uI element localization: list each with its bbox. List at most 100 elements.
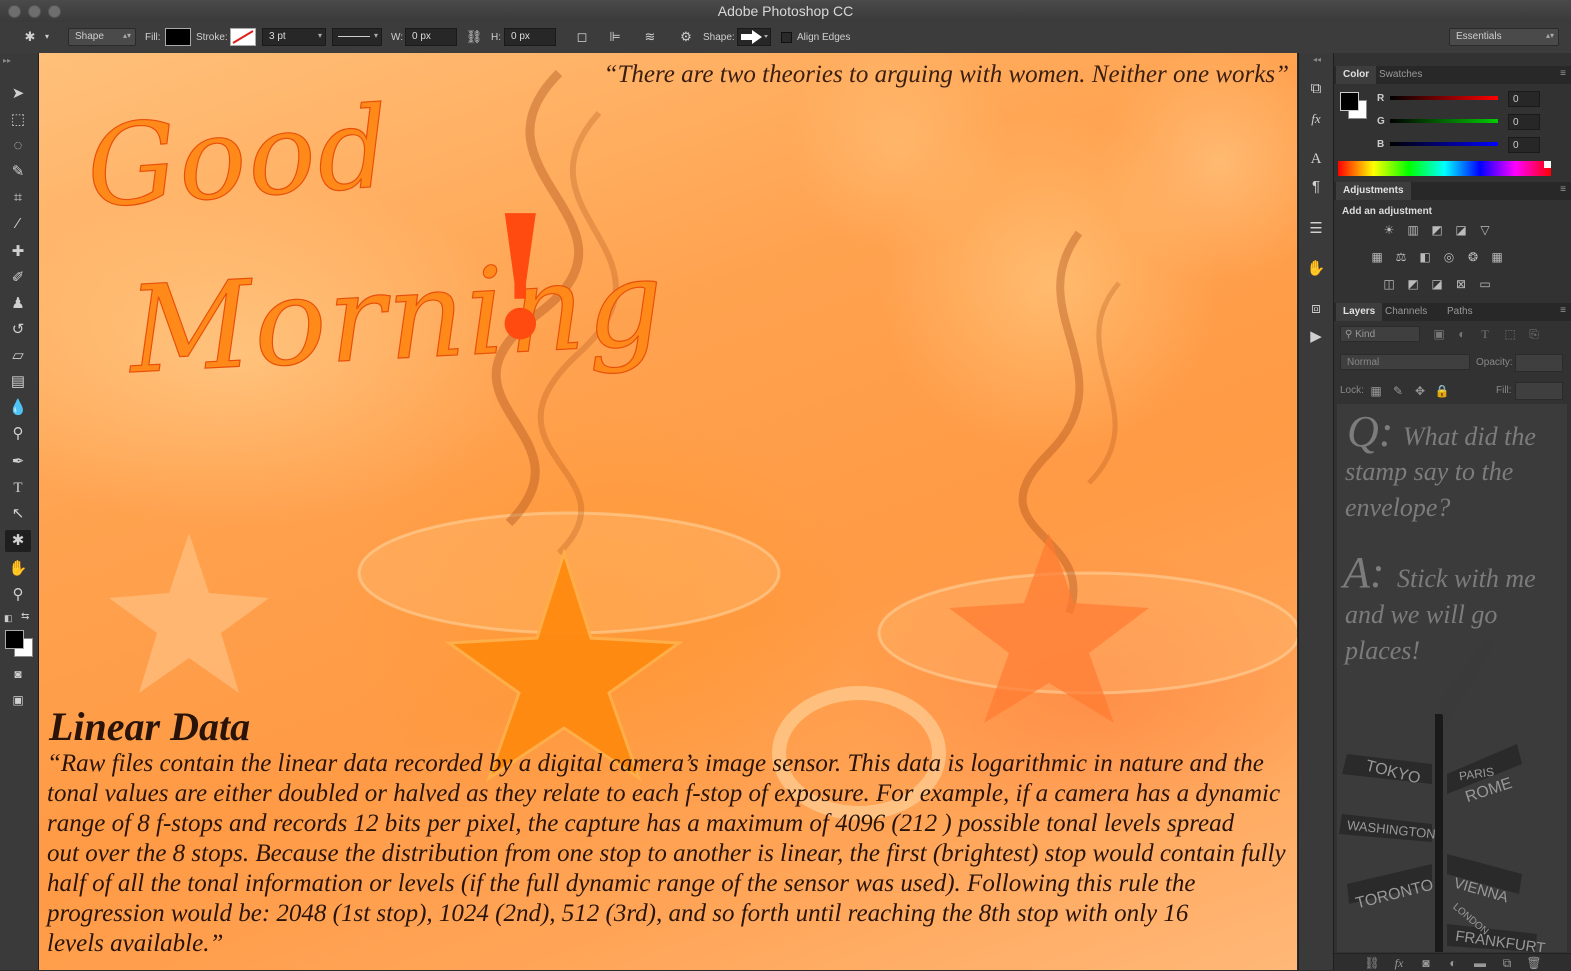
- lock-all-icon[interactable]: 🔒: [1434, 384, 1450, 398]
- tab-color[interactable]: Color: [1336, 66, 1377, 84]
- stroke-swatch[interactable]: [230, 28, 256, 46]
- new-group-icon[interactable]: ▬: [1472, 956, 1488, 970]
- type-tool-icon[interactable]: T: [5, 477, 31, 499]
- brightness-contrast-icon[interactable]: ☀: [1381, 223, 1397, 237]
- lasso-tool-icon[interactable]: ◌: [5, 135, 31, 157]
- vibrance-icon[interactable]: ▽: [1477, 223, 1493, 237]
- swap-colors-icon[interactable]: ⇆: [21, 611, 29, 622]
- quick-mask-icon[interactable]: ◙: [5, 663, 31, 685]
- tab-paths[interactable]: Paths: [1440, 303, 1480, 321]
- red-value-field[interactable]: 0: [1508, 91, 1540, 107]
- levels-icon[interactable]: ▥: [1405, 223, 1421, 237]
- healing-brush-tool-icon[interactable]: ✚: [5, 241, 31, 263]
- path-selection-tool-icon[interactable]: ↖: [5, 503, 31, 525]
- clone-source-icon[interactable]: ⧈: [1305, 299, 1327, 319]
- stroke-type-select[interactable]: ▾: [332, 28, 382, 46]
- width-field[interactable]: 0 px: [405, 28, 457, 46]
- panel-menu-icon[interactable]: ≡: [1560, 68, 1566, 79]
- history-panel-icon[interactable]: ⧉: [1305, 79, 1327, 99]
- paragraph-panel-icon[interactable]: ¶: [1305, 177, 1327, 197]
- align-edges-checkbox[interactable]: [781, 32, 792, 43]
- height-field[interactable]: 0 px: [504, 28, 556, 46]
- tab-channels[interactable]: Channels: [1378, 303, 1434, 321]
- marquee-tool-icon[interactable]: ⬚: [5, 109, 31, 131]
- blue-track[interactable]: [1390, 142, 1498, 146]
- lock-position-icon[interactable]: ✥: [1412, 384, 1428, 398]
- path-arrangement-icon[interactable]: ≋: [640, 28, 660, 46]
- posterize-icon[interactable]: ◩: [1405, 277, 1421, 291]
- eyedropper-tool-icon[interactable]: ⁄: [5, 213, 31, 235]
- styles-panel-icon[interactable]: fx: [1305, 109, 1327, 129]
- red-track[interactable]: [1390, 96, 1498, 100]
- black-white-icon[interactable]: ◧: [1417, 250, 1433, 264]
- lock-transparency-icon[interactable]: ▦: [1368, 384, 1384, 398]
- collapse-panels-icon[interactable]: ◂◂: [1313, 55, 1321, 64]
- color-balance-icon[interactable]: ⚖: [1393, 250, 1409, 264]
- eraser-tool-icon[interactable]: ▱: [5, 345, 31, 367]
- shape-filter-icon[interactable]: ⬚: [1502, 327, 1518, 341]
- channel-mixer-icon[interactable]: ❂: [1465, 250, 1481, 264]
- blue-value-field[interactable]: 0: [1508, 137, 1540, 153]
- foreground-color-swatch[interactable]: [5, 630, 24, 649]
- gradient-tool-icon[interactable]: ▤: [5, 371, 31, 393]
- smart-object-filter-icon[interactable]: ⎘: [1526, 327, 1542, 341]
- tool-preset-chevron-icon[interactable]: ▾: [42, 28, 52, 46]
- tab-layers[interactable]: Layers: [1336, 303, 1383, 321]
- selective-color-icon[interactable]: ⊠: [1453, 277, 1469, 291]
- photo-filter-icon[interactable]: ◎: [1441, 250, 1457, 264]
- brush-tool-icon[interactable]: ✐: [5, 267, 31, 289]
- zoom-tool-icon[interactable]: ⚲: [5, 584, 31, 606]
- custom-shape-tool-icon[interactable]: ✱: [5, 530, 31, 552]
- new-layer-icon[interactable]: ⧉: [1499, 956, 1515, 970]
- tool-mode-select[interactable]: Shape ▴▾: [68, 28, 136, 46]
- color-lookup-icon[interactable]: ▦: [1489, 250, 1505, 264]
- move-tool-icon[interactable]: ➤: [5, 83, 31, 105]
- threshold-icon[interactable]: ◪: [1429, 277, 1445, 291]
- green-slider[interactable]: G 0: [1334, 114, 1571, 134]
- adjustment-filter-icon[interactable]: ◐: [1454, 327, 1470, 341]
- properties-panel-icon[interactable]: ☰: [1305, 219, 1327, 239]
- screen-mode-icon[interactable]: ▣: [5, 689, 31, 711]
- image-filter-icon[interactable]: ▣: [1431, 327, 1447, 341]
- curves-icon[interactable]: ◩: [1429, 223, 1445, 237]
- collapse-panel-icon[interactable]: ▸▸: [3, 56, 11, 65]
- stroke-width-field[interactable]: 3 pt ▾: [262, 28, 326, 46]
- type-filter-icon[interactable]: T: [1477, 327, 1493, 341]
- lock-pixels-icon[interactable]: ✎: [1390, 384, 1406, 398]
- blur-tool-icon[interactable]: 💧: [5, 397, 31, 419]
- opacity-field[interactable]: [1515, 354, 1563, 372]
- blend-mode-select[interactable]: Normal: [1340, 354, 1470, 370]
- actions-play-icon[interactable]: ▶: [1305, 327, 1327, 347]
- panel-menu-icon[interactable]: ≡: [1560, 305, 1566, 316]
- dodge-tool-icon[interactable]: ⚲: [5, 423, 31, 445]
- document-canvas[interactable]: “There are two theories to arguing with …: [39, 53, 1297, 970]
- hue-saturation-icon[interactable]: ▦: [1369, 250, 1385, 264]
- shape-picker[interactable]: [737, 28, 771, 46]
- link-layers-icon[interactable]: ⛓: [1364, 956, 1380, 970]
- fill-field[interactable]: [1515, 382, 1563, 400]
- layer-filter-select[interactable]: ⚲ Kind: [1340, 326, 1420, 342]
- crop-tool-icon[interactable]: ⌗: [5, 187, 31, 209]
- invert-icon[interactable]: ◫: [1381, 277, 1397, 291]
- character-panel-icon[interactable]: A: [1305, 149, 1327, 169]
- tab-swatches[interactable]: Swatches: [1372, 66, 1429, 84]
- path-operations-icon[interactable]: ◻: [572, 28, 592, 46]
- default-colors-icon[interactable]: ◧: [4, 613, 13, 624]
- fx-icon[interactable]: fx: [1391, 956, 1407, 970]
- clone-stamp-tool-icon[interactable]: ♟: [5, 293, 31, 315]
- history-brush-tool-icon[interactable]: ↺: [5, 319, 31, 341]
- pen-tool-icon[interactable]: ✒: [5, 451, 31, 473]
- workspace-select[interactable]: Essentials ▴▾: [1449, 28, 1559, 46]
- green-value-field[interactable]: 0: [1508, 114, 1540, 130]
- gradient-map-icon[interactable]: ▭: [1477, 277, 1493, 291]
- link-icon[interactable]: ⛓: [464, 28, 484, 46]
- add-mask-icon[interactable]: ◙: [1418, 956, 1434, 970]
- blue-slider[interactable]: B 0: [1334, 137, 1571, 157]
- custom-shape-tool-icon[interactable]: ✱: [20, 28, 40, 46]
- brush-presets-icon[interactable]: ✋: [1305, 259, 1327, 279]
- color-spectrum-ramp[interactable]: [1338, 161, 1551, 176]
- red-slider[interactable]: R 0: [1334, 91, 1571, 111]
- panel-menu-icon[interactable]: ≡: [1560, 184, 1566, 195]
- green-track[interactable]: [1390, 119, 1498, 123]
- path-alignment-icon[interactable]: ⊫: [605, 28, 625, 46]
